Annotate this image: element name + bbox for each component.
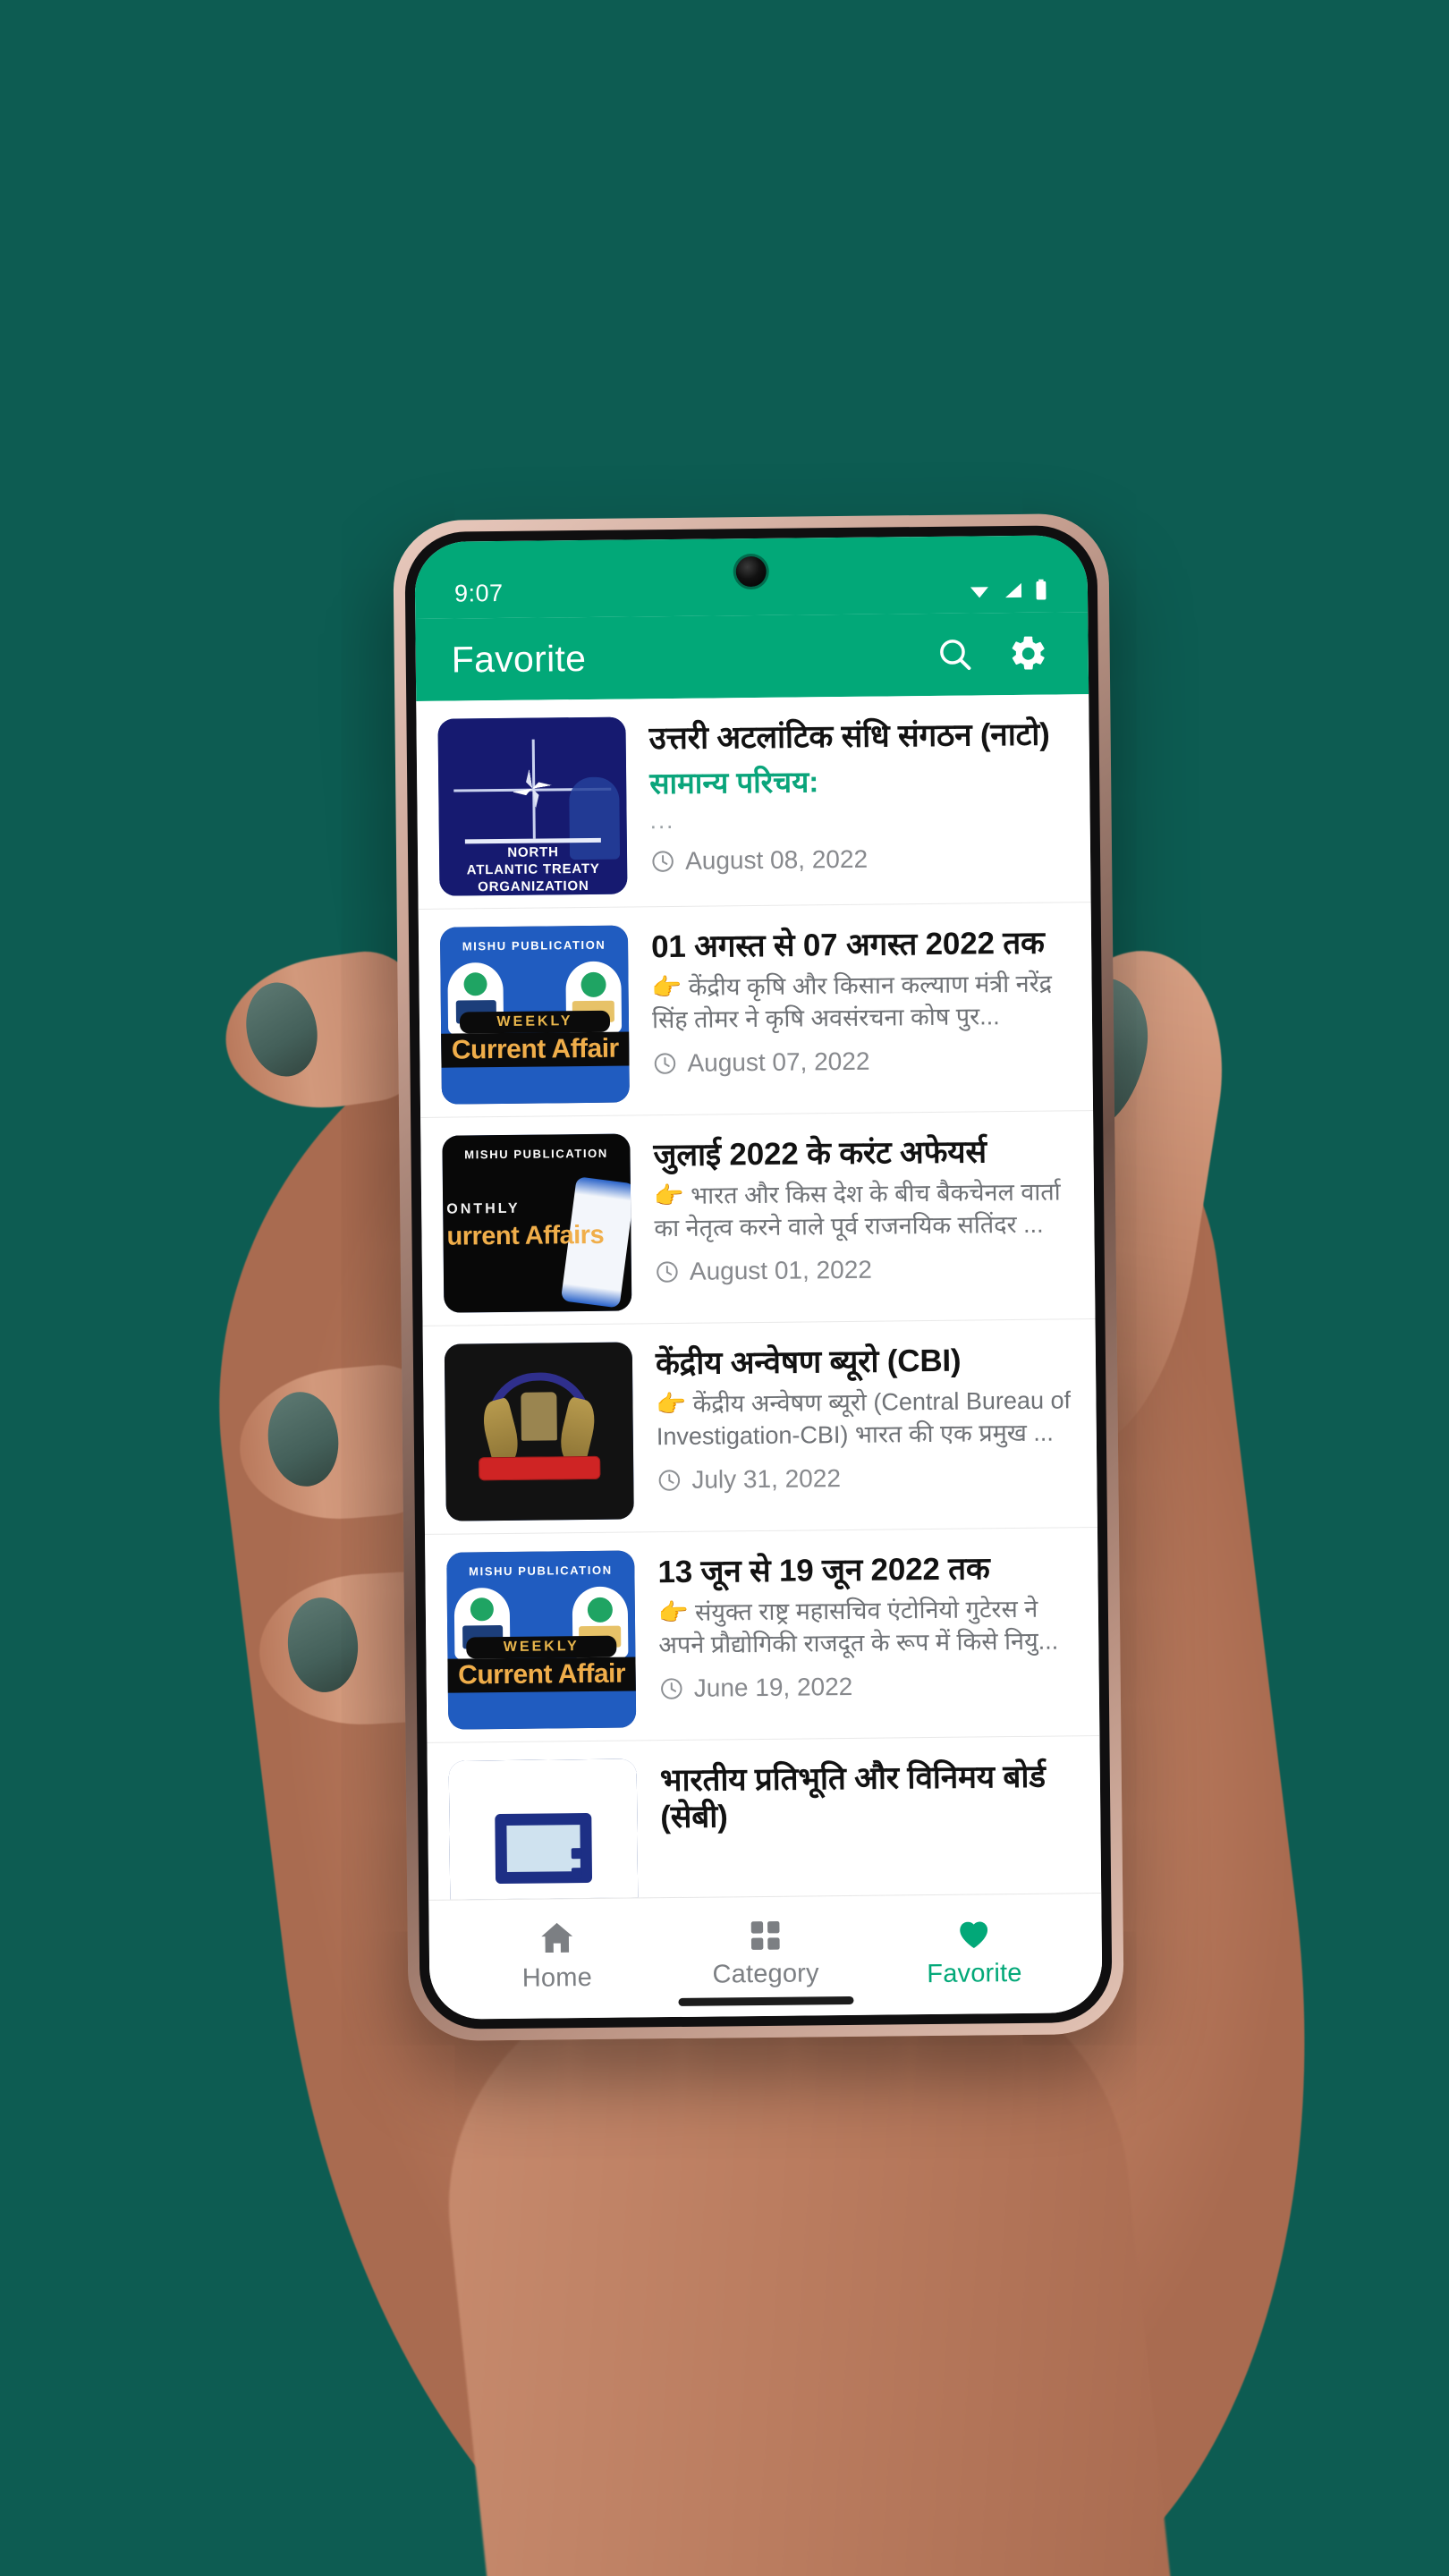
bottom-navigation: Home Category Favorite bbox=[428, 1893, 1103, 2020]
phone-screen: 9:07 Favorite NORTH ATLANTIC TREATY ORGA… bbox=[414, 535, 1103, 2020]
list-item-title: भारतीय प्रतिभूति और विनिमय बोर्ड (सेबी) bbox=[659, 1758, 1046, 1835]
list-item-body: भारतीय प्रतिभूति और विनिमय बोर्ड (सेबी) bbox=[660, 1754, 1080, 1835]
cover-badge: ONTHLY bbox=[446, 1201, 521, 1217]
wifi-icon bbox=[970, 587, 988, 598]
home-icon bbox=[540, 1922, 572, 1953]
nav-label-favorite: Favorite bbox=[927, 1958, 1022, 1988]
list-item-body: जुलाई 2022 के करंट अफेयर्स 👉 भारत और किस… bbox=[653, 1129, 1073, 1285]
clock-icon bbox=[657, 1260, 678, 1283]
nato-logo-icon: NORTH ATLANTIC TREATY ORGANIZATION bbox=[437, 716, 628, 896]
nav-label-category: Category bbox=[712, 1958, 819, 1989]
phone-bezel: 9:07 Favorite NORTH ATLANTIC TREATY ORGA… bbox=[404, 524, 1113, 2030]
list-item[interactable]: NORTH ATLANTIC TREATY ORGANIZATION उत्तरी … bbox=[416, 694, 1091, 910]
nav-label-home: Home bbox=[521, 1962, 593, 1993]
list-item-date: August 07, 2022 bbox=[687, 1046, 870, 1077]
list-item-date: August 08, 2022 bbox=[684, 844, 869, 875]
list-item-date-row: August 08, 2022 bbox=[650, 843, 1069, 876]
clock-icon bbox=[661, 1677, 682, 1699]
list-item-thumbnail: MISHU PUBLICATION ONTHLY urrent Affairs bbox=[442, 1133, 632, 1313]
nav-item-category[interactable]: Category bbox=[661, 1907, 870, 1989]
search-icon bbox=[940, 640, 971, 671]
list-item[interactable]: भारतीय प्रतिभूति और विनिमय बोर्ड (सेबी) bbox=[427, 1736, 1102, 1900]
status-bar: 9:07 bbox=[414, 535, 1089, 619]
list-item-date-row: June 19, 2022 bbox=[659, 1670, 1078, 1703]
list-item-description: 👉 केंद्रीय अन्वेषण ब्यूरो (Central Burea… bbox=[656, 1386, 1072, 1451]
cover-main-text: Current Affair bbox=[446, 1657, 637, 1693]
list-item-date: June 19, 2022 bbox=[693, 1672, 853, 1702]
signal-icon bbox=[1005, 582, 1022, 598]
list-item-body: 13 जून से 19 जून 2022 तक 👉 संयुक्त राष्ट… bbox=[657, 1546, 1078, 1702]
gesture-bar[interactable] bbox=[678, 1996, 854, 2006]
search-button[interactable] bbox=[927, 626, 983, 682]
status-bar-icons bbox=[966, 579, 1048, 603]
cover-badge: WEEKLY bbox=[466, 1635, 617, 1659]
list-item-date-row: August 07, 2022 bbox=[652, 1045, 1071, 1078]
list-item-title: केंद्रीय अन्वेषण ब्यूरो (CBI) bbox=[655, 1343, 962, 1382]
list-item-title: 01 अगस्त से 07 अगस्त 2022 तक bbox=[650, 925, 1045, 965]
clock-icon bbox=[654, 1052, 676, 1074]
cover-publisher: MISHU PUBLICATION bbox=[462, 937, 606, 953]
list-item[interactable]: MISHU PUBLICATION ONTHLY urrent Affairs … bbox=[420, 1111, 1096, 1326]
list-item-description: 👉 संयुक्त राष्ट्र महासचिव एंटोनियो गुटेर… bbox=[657, 1596, 1059, 1659]
cover-main-text: Current Affair bbox=[439, 1031, 630, 1068]
list-item-thumbnail: MISHU PUBLICATION WEEKLY Current Affair bbox=[439, 925, 630, 1105]
list-item-body: उत्तरी अटलांटिक संधि संगठन (नाटो) सामान्… bbox=[648, 712, 1069, 876]
cover-publisher: MISHU PUBLICATION bbox=[464, 1146, 608, 1162]
heart-icon bbox=[960, 1921, 988, 1948]
list-item-title: 13 जून से 19 जून 2022 तक bbox=[657, 1551, 990, 1590]
list-item-body: 01 अगस्त से 07 अगस्त 2022 तक 👉 केंद्रीय … bbox=[651, 920, 1072, 1077]
grid-icon bbox=[750, 1920, 780, 1950]
cover-publisher: MISHU PUBLICATION bbox=[469, 1563, 613, 1579]
list-item-date-row: July 31, 2022 bbox=[657, 1462, 1075, 1495]
list-item-thumbnail: MISHU PUBLICATION WEEKLY Current Affair bbox=[446, 1550, 637, 1730]
list-item-title: उत्तरी अटलांटिक संधि संगठन (नाटो) bbox=[648, 716, 1050, 757]
nav-item-home[interactable]: Home bbox=[452, 1908, 661, 1994]
weekly-current-affairs-cover-icon: MISHU PUBLICATION WEEKLY Current Affair bbox=[439, 925, 630, 1105]
app-bar: Favorite bbox=[415, 612, 1089, 701]
list-item[interactable]: MISHU PUBLICATION WEEKLY Current Affair … bbox=[418, 902, 1094, 1118]
cover-main-text: urrent Affairs bbox=[446, 1220, 605, 1251]
list-item-body: केंद्रीय अन्वेषण ब्यूरो (CBI) 👉 केंद्रीय… bbox=[656, 1337, 1076, 1494]
battery-icon bbox=[1036, 579, 1046, 600]
list-item-date: July 31, 2022 bbox=[691, 1463, 842, 1494]
list-item-date: August 01, 2022 bbox=[689, 1255, 873, 1285]
list-item-date-row: August 01, 2022 bbox=[655, 1253, 1073, 1286]
list-item-ellipsis: ... bbox=[649, 806, 675, 835]
list-item-description: 👉 केंद्रीय कृषि और किसान कल्याण मंत्री न… bbox=[651, 970, 1053, 1034]
page-title: Favorite bbox=[451, 637, 587, 681]
nato-logo-text: NORTH ATLANTIC TREATY ORGANIZATION bbox=[466, 843, 600, 895]
cover-badge: WEEKLY bbox=[459, 1010, 611, 1034]
phone-device: 9:07 Favorite NORTH ATLANTIC TREATY ORGA… bbox=[393, 513, 1124, 2042]
front-camera-icon bbox=[735, 555, 767, 588]
settings-button[interactable] bbox=[1000, 625, 1056, 682]
clock-icon bbox=[652, 851, 674, 872]
monthly-current-affairs-cover-icon: MISHU PUBLICATION ONTHLY urrent Affairs bbox=[442, 1133, 632, 1313]
list-item[interactable]: केंद्रीय अन्वेषण ब्यूरो (CBI) 👉 केंद्रीय… bbox=[422, 1319, 1097, 1535]
list-item-title: जुलाई 2022 के करंट अफेयर्स bbox=[653, 1134, 987, 1174]
list-item-thumbnail bbox=[448, 1758, 639, 1900]
list-item-thumbnail: NORTH ATLANTIC TREATY ORGANIZATION bbox=[437, 716, 628, 896]
sebi-logo-icon bbox=[448, 1758, 639, 1900]
favorites-list[interactable]: NORTH ATLANTIC TREATY ORGANIZATION उत्तरी … bbox=[416, 694, 1102, 1900]
list-item-thumbnail bbox=[444, 1342, 634, 1521]
weekly-current-affairs-cover-icon: MISHU PUBLICATION WEEKLY Current Affair bbox=[446, 1550, 637, 1730]
clock-icon bbox=[658, 1469, 681, 1491]
gear-icon bbox=[1012, 636, 1045, 670]
list-item[interactable]: MISHU PUBLICATION WEEKLY Current Affair … bbox=[424, 1528, 1100, 1743]
list-item-description: 👉 भारत और किस देश के बीच बैकचेनल वार्ता … bbox=[653, 1178, 1061, 1242]
nav-item-favorite[interactable]: Favorite bbox=[869, 1903, 1079, 1989]
cbi-emblem-icon bbox=[444, 1342, 634, 1521]
status-bar-time: 9:07 bbox=[453, 579, 504, 607]
list-item-subtitle: सामान्य परिचय: bbox=[649, 765, 819, 801]
